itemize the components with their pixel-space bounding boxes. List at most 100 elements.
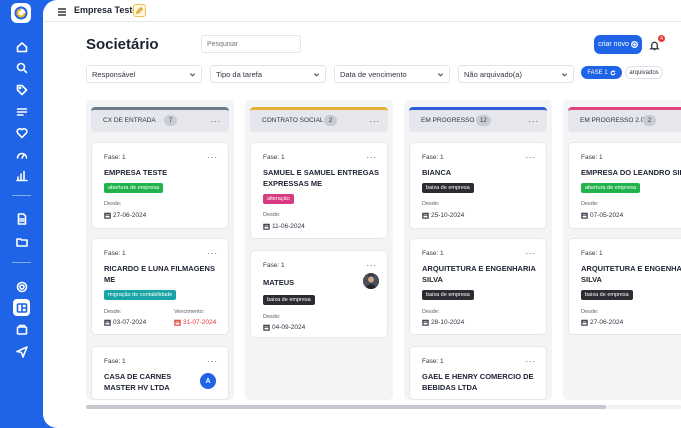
card-tag: baixa de empresa — [581, 290, 633, 300]
more-options-icon[interactable]: ... — [528, 114, 539, 124]
chevron-down-icon — [189, 71, 196, 78]
due-date-filter-select[interactable]: Data de vencimento — [334, 65, 450, 83]
more-options-icon[interactable]: ... — [207, 150, 218, 160]
edit-company-icon[interactable] — [133, 4, 146, 17]
folder-icon[interactable] — [13, 233, 30, 250]
since-date-value: 11-06-2024 — [272, 223, 305, 230]
since-date: 25-10-2024 — [422, 212, 464, 219]
card-title: RICARDO E LUNA FILMAGENS ME — [104, 264, 215, 284]
horizontal-scrollbar[interactable] — [86, 405, 681, 409]
due-date-value: 31-07-2024 — [183, 319, 217, 326]
sidebar — [0, 0, 43, 428]
calendar-icon — [422, 319, 429, 326]
column-header: EM PROGRESSO 12 ... — [409, 107, 547, 132]
card-phase: Fase: 1 — [104, 154, 126, 161]
kanban-board-icon[interactable] — [13, 299, 30, 316]
page-title: Societário — [86, 36, 159, 53]
task-card[interactable]: Fase: 1 ... ARQUITETURA E ENGENHARIA SIL… — [409, 238, 547, 335]
more-options-icon[interactable]: ... — [210, 114, 221, 124]
since-date-value: 27-06-2024 — [590, 319, 624, 326]
task-card[interactable]: Fase: 1 ... RICARDO E LUNA FILMAGENS ME … — [91, 238, 229, 335]
company-name: Empresa Teste — [74, 5, 138, 15]
users-icon[interactable] — [13, 321, 30, 338]
since-label: Desde: — [263, 212, 281, 218]
responsible-filter-select[interactable]: Responsável — [86, 65, 202, 83]
due-date-filter-label: Data de vencimento — [340, 70, 407, 79]
tag-icon[interactable] — [13, 81, 30, 98]
chevron-down-icon — [437, 71, 444, 78]
scrollbar-thumb[interactable] — [86, 405, 606, 409]
card-title: CASA DE CARNES MASTER HV LTDA — [104, 372, 172, 392]
kanban-column: CONTRATO SOCIAL 2 ... Fase: 1 ... SAMUEL… — [245, 100, 393, 400]
settings-icon[interactable] — [13, 278, 30, 295]
heart-check-icon[interactable] — [13, 124, 30, 141]
phase-chip-label: FASE 1 — [587, 69, 608, 76]
archived-chip[interactable]: arquivados — [625, 66, 663, 79]
card-tag: migração de contabilidade — [104, 290, 177, 300]
send-icon[interactable] — [13, 343, 30, 360]
top-bar: Empresa Teste — [43, 0, 681, 22]
archived-filter-select[interactable]: Não arquivado(a) — [458, 65, 574, 83]
since-date: 28-10-2024 — [422, 319, 464, 326]
task-card[interactable]: Fase: 1 ... BIANCA baixa de empresa Desd… — [409, 142, 547, 229]
calendar-icon — [422, 212, 429, 219]
task-card[interactable]: Fase: 1 ... GAEL E HENRY COMERCIO DE BEB… — [409, 346, 547, 400]
calendar-icon — [581, 212, 588, 219]
plus-circle-icon — [630, 41, 638, 48]
since-date: 27-06-2024 — [581, 319, 623, 326]
gauge-icon[interactable] — [13, 146, 30, 163]
task-card[interactable]: Fase: 1 ... EMPRESA TESTE abertura de em… — [91, 142, 229, 229]
more-options-icon[interactable]: ... — [366, 150, 377, 160]
card-tag: baixa de empresa — [422, 183, 474, 193]
bar-chart-icon[interactable] — [13, 167, 30, 184]
since-date: 03-07-2024 — [104, 319, 146, 326]
task-card[interactable]: Fase: 1 ... SAMUEL E SAMUEL ENTREGAS EXP… — [250, 142, 388, 239]
column-title: EM PROGRESSO 2.0 — [580, 117, 645, 124]
due-date: 31-07-2024 — [174, 319, 216, 326]
since-date-value: 25-10-2024 — [431, 212, 465, 219]
since-label: Desde: — [581, 201, 599, 207]
task-card[interactable]: Fase: 1 ARQUITETURA E ENGENHARIA SILVA b… — [568, 238, 681, 335]
chevron-down-icon — [313, 71, 320, 78]
more-options-icon[interactable]: ... — [525, 246, 536, 256]
more-options-icon[interactable]: ... — [525, 354, 536, 364]
calendar-icon — [263, 324, 270, 331]
card-phase: Fase: 1 — [104, 250, 126, 257]
document-icon[interactable] — [13, 210, 30, 227]
assignee-avatar[interactable]: A — [200, 373, 216, 389]
sidebar-divider — [12, 262, 31, 263]
since-date: 04-09-2024 — [263, 324, 305, 331]
since-date-value: 07-05-2024 — [590, 212, 624, 219]
list-icon[interactable] — [13, 103, 30, 120]
app-logo-icon[interactable] — [11, 3, 31, 23]
more-options-icon[interactable]: ... — [207, 354, 218, 364]
card-tag: baixa de empresa — [263, 295, 315, 305]
more-options-icon[interactable]: ... — [366, 258, 377, 268]
more-options-icon[interactable]: ... — [369, 114, 380, 124]
calendar-icon — [581, 319, 588, 326]
user-photo-icon — [363, 273, 379, 289]
task-card[interactable]: Fase: 1 ... CASA DE CARNES MASTER HV LTD… — [91, 346, 229, 400]
card-title: SAMUEL E SAMUEL ENTREGAS EXPRESSAS ME — [263, 168, 379, 188]
since-date: 11-06-2024 — [263, 223, 305, 230]
search-input[interactable] — [201, 35, 301, 53]
column-count-badge: 7 — [164, 115, 177, 126]
task-type-filter-select[interactable]: Tipo da tarefa — [210, 65, 326, 83]
assignee-avatar[interactable] — [363, 273, 379, 289]
card-title: EMPRESA DO LEANDRO SILVA — [581, 168, 681, 177]
calendar-icon — [174, 319, 181, 326]
phase-chip[interactable]: FASE 1 — [581, 66, 622, 79]
home-icon[interactable] — [13, 38, 30, 55]
search-icon[interactable] — [13, 59, 30, 76]
column-header: EM PROGRESSO 2.0 2 — [568, 107, 681, 132]
card-title: GAEL E HENRY COMERCIO DE BEBIDAS LTDA — [422, 372, 534, 392]
task-card[interactable]: Fase: 1 ... MATEUS baixa de empresa Desd… — [250, 250, 388, 338]
calendar-icon — [104, 212, 111, 219]
since-label: Desde: — [422, 309, 440, 315]
card-phase: Fase: 1 — [263, 262, 285, 269]
more-options-icon[interactable]: ... — [207, 246, 218, 256]
menu-icon[interactable] — [56, 5, 68, 17]
task-card[interactable]: Fase: 1 EMPRESA DO LEANDRO SILVA abertur… — [568, 142, 681, 229]
more-options-icon[interactable]: ... — [525, 150, 536, 160]
create-new-button[interactable]: criar novo — [594, 35, 642, 54]
